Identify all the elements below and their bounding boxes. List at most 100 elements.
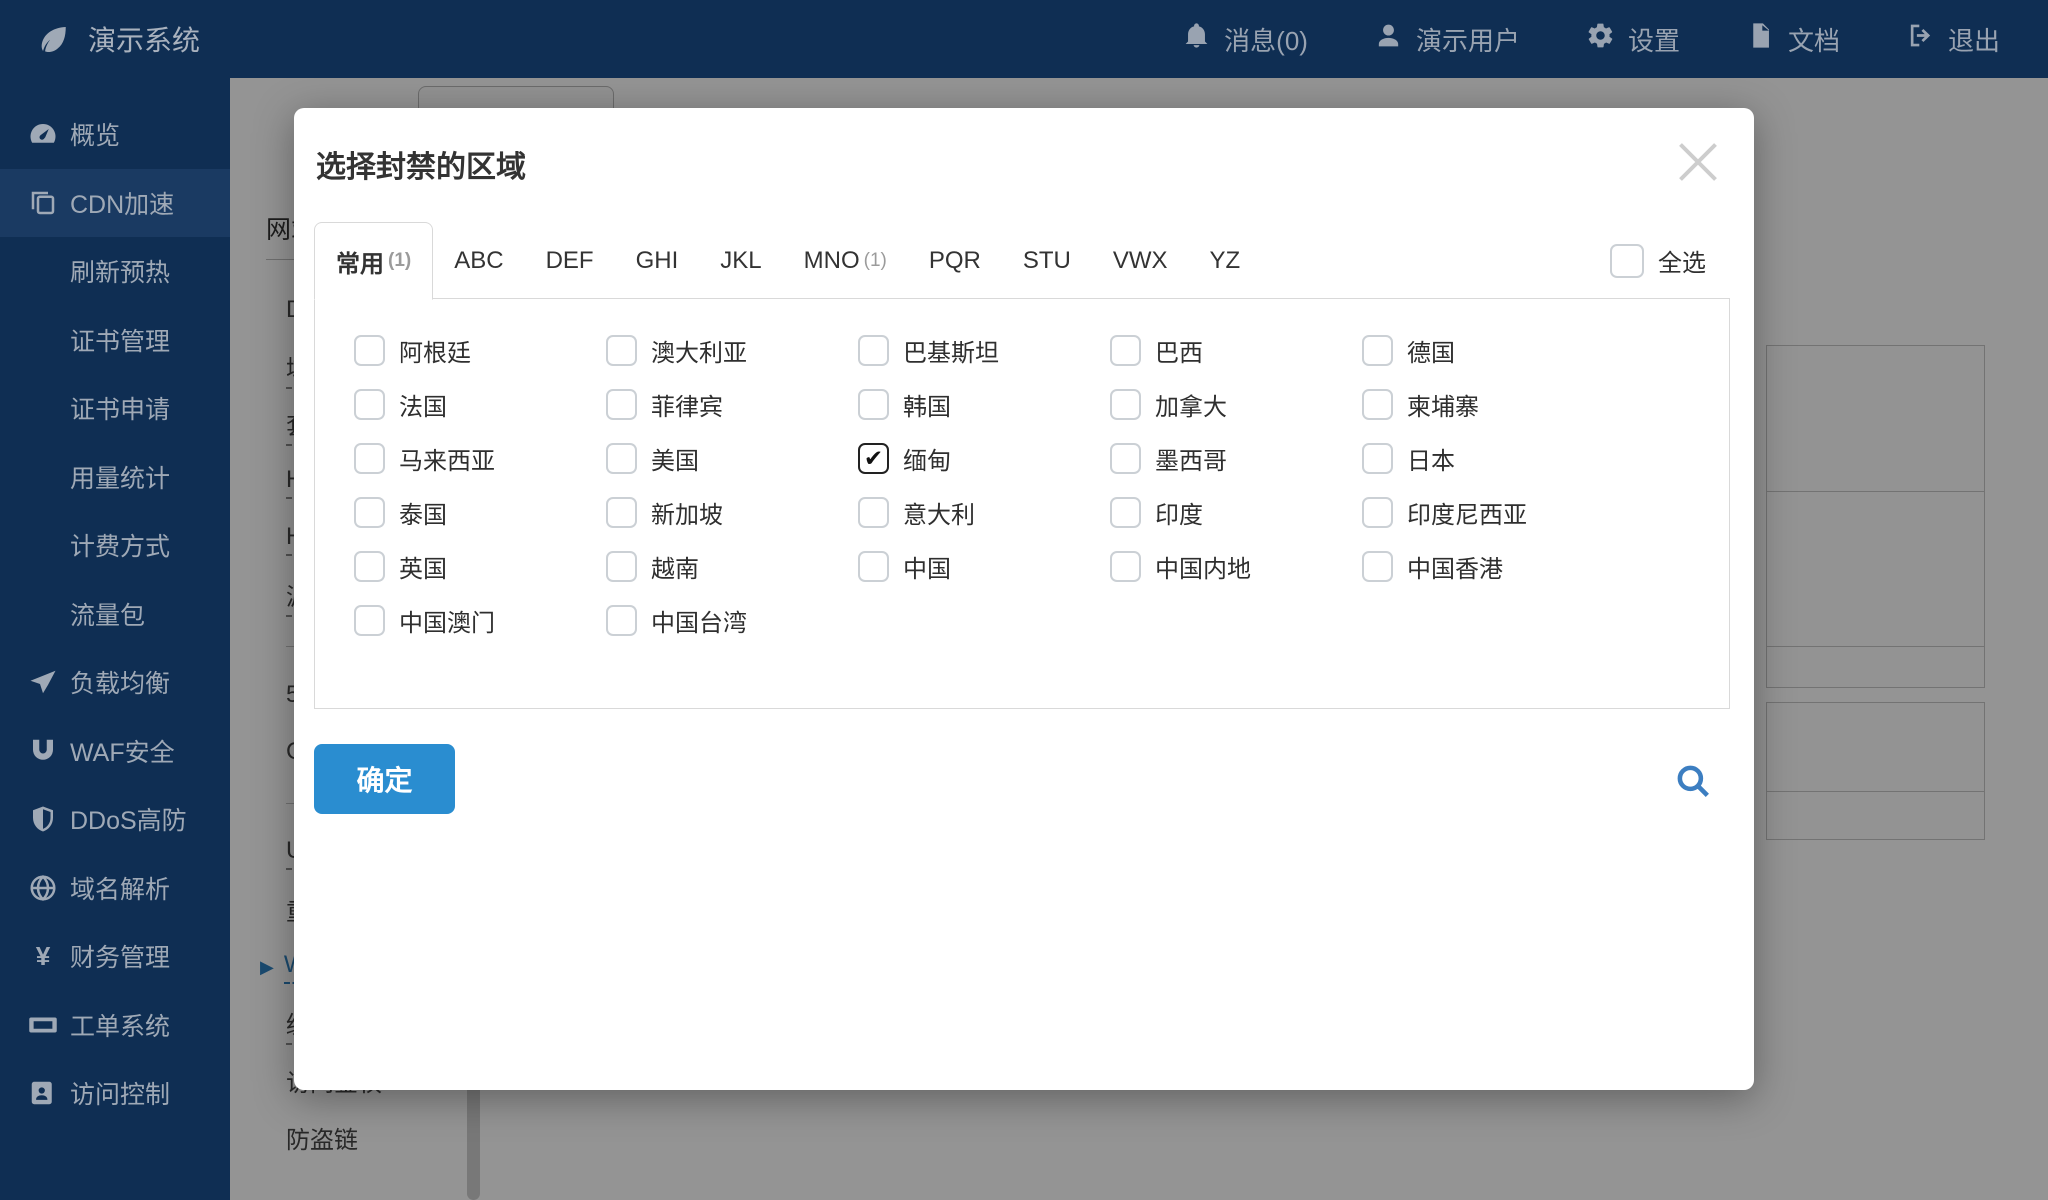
region-select-modal: 选择封禁的区域 常用 (1) ABC DEF GHI JKL: [294, 108, 1754, 1090]
region-checkbox[interactable]: [606, 551, 637, 582]
region-checkbox[interactable]: [1362, 497, 1393, 528]
region-checkbox[interactable]: [606, 335, 637, 366]
region-checkbox[interactable]: [354, 389, 385, 420]
nav-item[interactable]: 文档: [1746, 21, 1840, 58]
region-item[interactable]: 巴西: [1110, 333, 1362, 368]
nav-item[interactable]: 消息(0): [1182, 21, 1308, 58]
region-item[interactable]: 加拿大: [1110, 387, 1362, 422]
region-item[interactable]: 韩国: [858, 387, 1110, 422]
sidebar-item[interactable]: 域名解析: [0, 854, 230, 923]
region-item[interactable]: 巴基斯坦: [858, 333, 1110, 368]
sidebar-item[interactable]: ¥ 财务管理: [0, 922, 230, 991]
sidebar-item[interactable]: 负载均衡: [0, 648, 230, 717]
tab[interactable]: PQR: [908, 222, 1002, 299]
plane-icon: [28, 667, 58, 697]
region-item[interactable]: 中国: [858, 549, 1110, 584]
sidebar-item[interactable]: CDN加速: [0, 169, 230, 238]
tab[interactable]: MNO (1): [783, 222, 908, 299]
region-checkbox[interactable]: [606, 443, 637, 474]
region-item[interactable]: 墨西哥: [1110, 441, 1362, 476]
region-checkbox[interactable]: [606, 389, 637, 420]
sidebar-item[interactable]: WAF安全: [0, 717, 230, 786]
tab[interactable]: 常用 (1): [314, 222, 433, 300]
region-item[interactable]: 柬埔寨: [1362, 387, 1614, 422]
region-item[interactable]: 印度尼西亚: [1362, 495, 1614, 530]
region-checkbox[interactable]: [354, 497, 385, 528]
tab-label: ABC: [454, 247, 503, 275]
sidebar-item[interactable]: 证书申请: [0, 374, 230, 443]
tab[interactable]: DEF: [525, 222, 615, 299]
region-item[interactable]: 中国香港: [1362, 549, 1614, 584]
region-item[interactable]: 法国: [354, 387, 606, 422]
sidebar-item[interactable]: 刷新预热: [0, 237, 230, 306]
region-item[interactable]: 越南: [606, 549, 858, 584]
region-checkbox[interactable]: [858, 335, 889, 366]
region-item[interactable]: 意大利: [858, 495, 1110, 530]
search-icon[interactable]: [1672, 760, 1714, 802]
region-item[interactable]: 新加坡: [606, 495, 858, 530]
region-checkbox[interactable]: [1110, 551, 1141, 582]
sidebar-item[interactable]: 计费方式: [0, 511, 230, 580]
region-item[interactable]: 菲律宾: [606, 387, 858, 422]
region-label: 泰国: [399, 495, 447, 530]
region-checkbox[interactable]: [354, 605, 385, 636]
sidebar-item[interactable]: 证书管理: [0, 306, 230, 375]
region-checkbox[interactable]: [858, 389, 889, 420]
region-checkbox[interactable]: [858, 551, 889, 582]
region-checkbox[interactable]: [1110, 443, 1141, 474]
region-checkbox[interactable]: [354, 335, 385, 366]
region-item[interactable]: 中国澳门: [354, 603, 606, 638]
signout-icon: [1906, 21, 1935, 57]
sidebar-item[interactable]: 访问控制: [0, 1059, 230, 1128]
region-item[interactable]: 英国: [354, 549, 606, 584]
region-checkbox[interactable]: [1362, 551, 1393, 582]
nav-item[interactable]: 演示用户: [1374, 21, 1520, 58]
tab[interactable]: ABC: [433, 222, 524, 299]
tab[interactable]: GHI: [615, 222, 700, 299]
region-checkbox[interactable]: [354, 443, 385, 474]
tab[interactable]: JKL: [699, 222, 782, 299]
region-checkbox[interactable]: [1110, 497, 1141, 528]
sidebar: 概览 CDN加速 刷新预热 证书管理 证书申请 用量统计 计费方式: [0, 78, 230, 1200]
confirm-button[interactable]: 确定: [314, 744, 455, 814]
idcard-icon: [28, 1078, 58, 1108]
close-icon[interactable]: [1668, 132, 1728, 192]
sidebar-item[interactable]: DDoS高防: [0, 785, 230, 854]
region-checkbox[interactable]: [1110, 389, 1141, 420]
region-checkbox[interactable]: [606, 605, 637, 636]
region-item[interactable]: 美国: [606, 441, 858, 476]
nav-item[interactable]: 设置: [1586, 21, 1680, 58]
nav-item[interactable]: 退出: [1906, 21, 2000, 58]
region-item[interactable]: 阿根廷: [354, 333, 606, 368]
region-item[interactable]: ✔ 缅甸: [858, 441, 1110, 476]
region-item[interactable]: 马来西亚: [354, 441, 606, 476]
sidebar-item[interactable]: 用量统计: [0, 443, 230, 512]
region-item[interactable]: 泰国: [354, 495, 606, 530]
nav-item-label: 消息(0): [1224, 21, 1308, 58]
region-checkbox[interactable]: [1362, 389, 1393, 420]
region-item[interactable]: 中国台湾: [606, 603, 858, 638]
sidebar-item[interactable]: 工单系统: [0, 991, 230, 1060]
tab[interactable]: VWX: [1092, 222, 1189, 299]
tab[interactable]: STU: [1002, 222, 1092, 299]
sidebar-item[interactable]: 流量包: [0, 580, 230, 649]
region-item[interactable]: 澳大利亚: [606, 333, 858, 368]
region-checkbox[interactable]: [1362, 335, 1393, 366]
region-checkbox[interactable]: [354, 551, 385, 582]
region-checkbox[interactable]: [858, 497, 889, 528]
region-item[interactable]: 印度: [1110, 495, 1362, 530]
region-label: 马来西亚: [399, 441, 495, 476]
region-checkbox[interactable]: ✔: [858, 443, 889, 474]
select-all[interactable]: 全选: [1610, 243, 1706, 278]
tab[interactable]: YZ: [1189, 222, 1262, 299]
region-checkbox[interactable]: [1110, 335, 1141, 366]
sidebar-item[interactable]: 概览: [0, 100, 230, 169]
region-item[interactable]: 德国: [1362, 333, 1614, 368]
select-all-checkbox[interactable]: [1610, 244, 1644, 278]
region-item[interactable]: 日本: [1362, 441, 1614, 476]
region-item[interactable]: 中国内地: [1110, 549, 1362, 584]
region-checkbox[interactable]: [1362, 443, 1393, 474]
select-all-label: 全选: [1658, 243, 1706, 278]
region-checkbox[interactable]: [606, 497, 637, 528]
brand[interactable]: 演示系统: [0, 19, 200, 59]
